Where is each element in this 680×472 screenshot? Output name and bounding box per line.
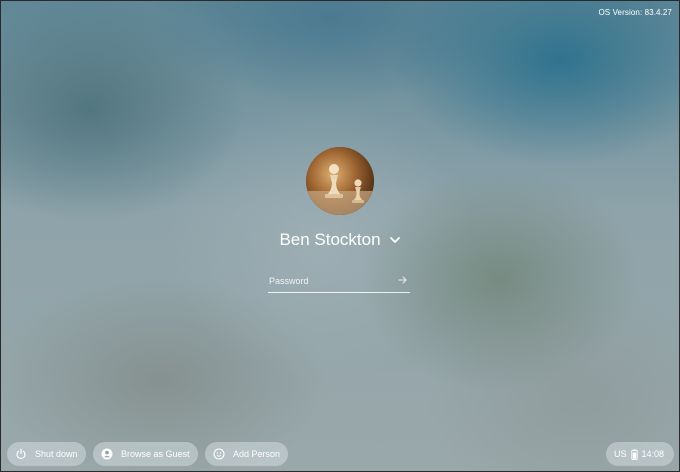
power-icon [16,448,26,459]
shut-down-button[interactable]: Shut down [7,442,86,466]
add-person-label: Add Person [233,449,281,459]
user-avatar[interactable] [306,147,374,215]
password-input[interactable] [268,272,389,290]
user-name: Ben Stockton [279,230,381,249]
battery-icon [630,448,638,460]
user-selector[interactable]: Ben Stockton [0,230,680,250]
login-screen: OS Version: 83.4.27 Ben Stockton Shut do… [0,0,680,472]
browse-as-guest-label: Browse as Guest [121,449,190,459]
arrow-right-icon[interactable] [398,275,408,285]
chevron-down-icon[interactable] [389,234,401,246]
status-tray[interactable]: US 14:08 [606,442,674,466]
shut-down-label: Shut down [35,449,78,459]
os-version-label: OS Version: 83.4.27 [598,8,672,17]
chess-pawns-photo [306,147,374,215]
password-field[interactable] [268,272,410,293]
add-person-button[interactable]: Add Person [205,442,288,466]
browse-as-guest-button[interactable]: Browse as Guest [93,442,198,466]
account-circle-icon [101,448,113,460]
keyboard-layout: US [614,449,627,459]
add-person-icon [213,448,225,460]
clock: 14:08 [641,449,665,459]
